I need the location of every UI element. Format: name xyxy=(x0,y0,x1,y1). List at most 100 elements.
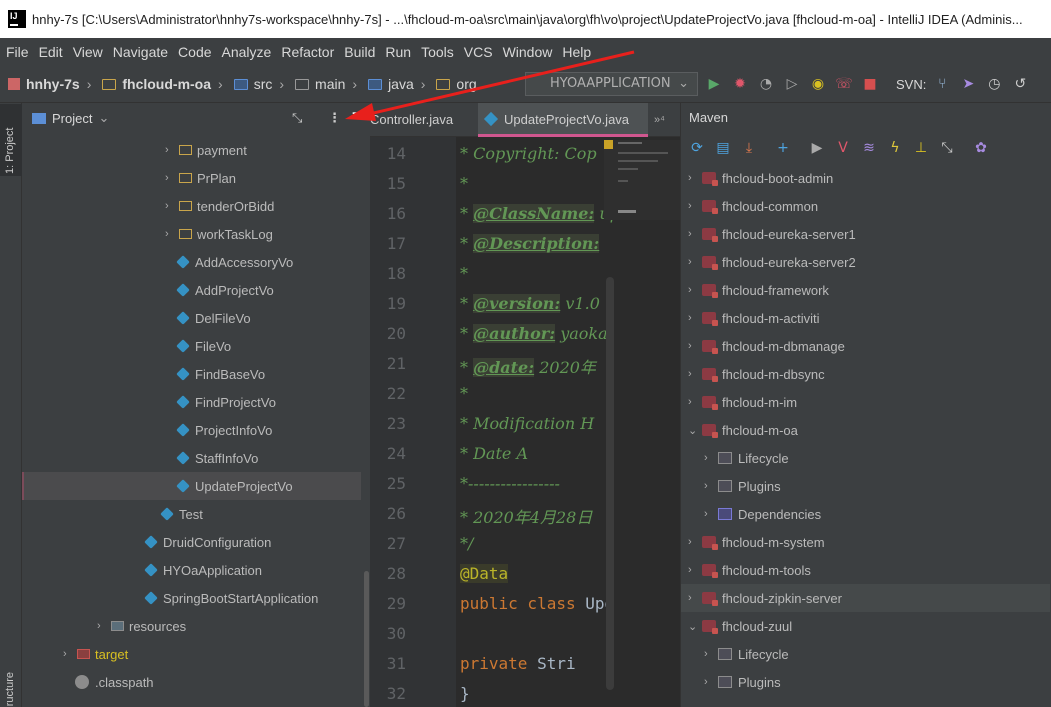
chevron-down-icon[interactable]: ⌄ xyxy=(98,110,109,126)
structure-tool-tab-label[interactable]: ructure xyxy=(4,672,16,706)
breadcrumb-java[interactable]: java › xyxy=(368,76,432,92)
chevron-right-icon[interactable]: › xyxy=(688,172,702,184)
profile-icon[interactable]: ▷ xyxy=(784,76,800,92)
run-icon[interactable]: ▶ xyxy=(706,76,722,92)
chevron-right-icon[interactable]: › xyxy=(688,368,702,380)
chevron-right-icon[interactable]: › xyxy=(688,284,702,296)
project-tree-item[interactable]: AddAccessoryVo xyxy=(176,248,293,276)
collapse-all-icon[interactable]: ⤡ xyxy=(939,140,955,156)
execute-goal-icon[interactable]: Ⅴ xyxy=(835,140,851,156)
chevron-right-icon[interactable]: › xyxy=(63,648,77,660)
chevron-right-icon[interactable]: › xyxy=(165,144,179,156)
maven-tree-item[interactable]: › fhcloud-m-dbmanage xyxy=(688,332,845,360)
svn-commit-icon[interactable]: ➤ xyxy=(960,76,976,92)
tab-controller-java[interactable]: Controller.java xyxy=(370,103,480,137)
chevron-right-icon[interactable]: › xyxy=(165,200,179,212)
chevron-down-icon[interactable]: ⌄ xyxy=(688,620,702,633)
toggle-offline-icon[interactable]: ≋ xyxy=(861,140,877,156)
project-tree-item[interactable]: FileVo xyxy=(176,332,231,360)
menu-window[interactable]: Window xyxy=(503,44,553,60)
maven-tree-item[interactable]: › fhcloud-m-activiti xyxy=(688,304,820,332)
run-configuration-dropdown[interactable]: HYOAAPPLICATION ⌄ xyxy=(525,72,698,96)
project-tree-item[interactable]: Test xyxy=(160,500,203,528)
project-tree-item[interactable]: HYOaApplication xyxy=(144,556,262,584)
project-scrollbar[interactable] xyxy=(364,571,369,707)
settings-icon[interactable]: ✿ xyxy=(973,140,989,156)
more-options-icon[interactable]: ⋮ xyxy=(328,111,341,126)
menu-edit[interactable]: Edit xyxy=(39,44,63,60)
chevron-right-icon[interactable]: › xyxy=(688,592,702,604)
svn-history-icon[interactable]: ◷ xyxy=(986,76,1002,92)
generate-sources-icon[interactable]: ▤ xyxy=(715,140,731,156)
menu-refactor[interactable]: Refactor xyxy=(281,44,334,60)
maven-tree-item[interactable]: › fhcloud-framework xyxy=(688,276,829,304)
chevron-right-icon[interactable]: › xyxy=(688,228,702,240)
project-tree-item[interactable]: › workTaskLog xyxy=(165,220,273,248)
project-view-selector[interactable]: Project xyxy=(52,111,92,126)
menu-file[interactable]: File xyxy=(6,44,29,60)
maven-tree-item[interactable]: › fhcloud-m-im xyxy=(688,388,797,416)
maven-tree-item[interactable]: › fhcloud-eureka-server1 xyxy=(688,220,856,248)
collapse-all-icon[interactable]: ⤡ xyxy=(292,111,302,126)
menu-tools[interactable]: Tools xyxy=(421,44,454,60)
menu-vcs[interactable]: VCS xyxy=(464,44,493,60)
project-tree-item[interactable]: FindProjectVo xyxy=(176,388,276,416)
maven-tree-item[interactable]: › fhcloud-zipkin-server xyxy=(681,584,1050,612)
project-tree-item[interactable]: ProjectInfoVo xyxy=(176,416,272,444)
tab-updateprojectvo-java[interactable]: UpdateProjectVo.java × xyxy=(478,103,648,161)
project-tree-item[interactable]: UpdateProjectVo xyxy=(176,472,293,500)
menu-analyze[interactable]: Analyze xyxy=(222,44,272,60)
stop-icon[interactable]: ■ xyxy=(862,76,878,92)
svn-revert-icon[interactable]: ↺ xyxy=(1012,76,1028,92)
svn-branch-icon[interactable]: ⑂ xyxy=(934,76,950,92)
show-dependencies-icon[interactable]: ⊥ xyxy=(913,140,929,156)
project-tree-item[interactable]: › payment xyxy=(165,136,247,164)
menu-help[interactable]: Help xyxy=(562,44,591,60)
chevron-right-icon[interactable]: › xyxy=(704,648,718,660)
chevron-right-icon[interactable]: › xyxy=(688,256,702,268)
project-tree-item[interactable]: › resources xyxy=(97,612,186,640)
maven-tree-item[interactable]: › Lifecycle xyxy=(704,444,789,472)
chevron-right-icon[interactable]: › xyxy=(97,620,111,632)
run-maven-build-icon[interactable]: ▶ xyxy=(809,140,825,156)
attach-debugger-icon[interactable]: ☏ xyxy=(835,76,853,92)
coverage-icon[interactable]: ◔ xyxy=(758,76,774,92)
reload-icon[interactable]: ⟳ xyxy=(689,140,705,156)
chevron-right-icon[interactable]: › xyxy=(704,452,718,464)
menu-code[interactable]: Code xyxy=(178,44,211,60)
menu-build[interactable]: Build xyxy=(344,44,375,60)
project-tree-item[interactable]: › tenderOrBidd xyxy=(165,192,274,220)
chevron-right-icon[interactable]: › xyxy=(704,480,718,492)
chevron-right-icon[interactable]: › xyxy=(688,340,702,352)
maven-tree-item[interactable]: › fhcloud-boot-admin xyxy=(688,164,833,192)
maven-tree-item[interactable]: › fhcloud-common xyxy=(688,192,818,220)
maven-tree-item[interactable]: ⌄ fhcloud-zuul xyxy=(688,612,792,640)
project-tree-item[interactable]: › PrPlan xyxy=(165,164,236,192)
maven-tree-item[interactable]: › fhcloud-m-system xyxy=(688,528,825,556)
project-tree-item[interactable]: SpringBootStartApplication xyxy=(144,584,318,612)
breadcrumb-org[interactable]: org xyxy=(436,76,477,92)
project-tree-item[interactable]: DruidConfiguration xyxy=(144,528,271,556)
menu-navigate[interactable]: Navigate xyxy=(113,44,168,60)
maven-tree-item[interactable]: › fhcloud-eureka-server2 xyxy=(688,248,856,276)
maven-tree-item[interactable]: › Lifecycle xyxy=(704,640,789,668)
chevron-right-icon[interactable]: › xyxy=(688,200,702,212)
editor-scrollbar[interactable] xyxy=(606,277,614,690)
menu-view[interactable]: View xyxy=(73,44,103,60)
more-tabs-indicator[interactable]: »⁴ xyxy=(654,103,665,137)
chevron-right-icon[interactable]: › xyxy=(688,396,702,408)
breadcrumb-main[interactable]: main › xyxy=(295,76,364,92)
maven-tree-item[interactable]: › fhcloud-m-tools xyxy=(688,556,811,584)
chevron-right-icon[interactable]: › xyxy=(704,508,718,520)
chevron-right-icon[interactable]: › xyxy=(165,172,179,184)
chevron-right-icon[interactable]: › xyxy=(165,228,179,240)
debug-icon[interactable]: ✹ xyxy=(732,76,748,92)
project-tree-item[interactable]: FindBaseVo xyxy=(176,360,265,388)
project-tree-item[interactable]: DelFileVo xyxy=(176,304,251,332)
breadcrumb-src[interactable]: src › xyxy=(233,76,291,92)
maven-tree-item[interactable]: ⌄ fhcloud-m-oa xyxy=(688,416,798,444)
project-tree-item[interactable]: StaffInfoVo xyxy=(176,444,258,472)
hide-panel-icon[interactable]: — xyxy=(352,106,365,121)
breadcrumb-project[interactable]: hnhy-7s › xyxy=(0,76,98,92)
breadcrumb-module[interactable]: fhcloud-m-oa › xyxy=(102,76,229,92)
